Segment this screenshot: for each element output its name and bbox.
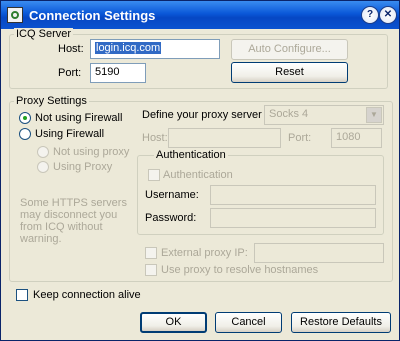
chevron-down-icon: ▼ (366, 107, 382, 123)
icq-server-legend: ICQ Server (14, 28, 74, 40)
not-using-proxy-radio[interactable] (37, 146, 49, 158)
server-port-input[interactable]: 5190 (90, 63, 146, 83)
proxy-port-label: Port: (288, 132, 312, 144)
username-label: Username: (145, 189, 199, 201)
authentication-legend: Authentication (154, 149, 228, 161)
proxy-type-value: Socks 4 (269, 108, 309, 120)
username-input[interactable] (210, 185, 376, 205)
resolve-hostnames-checkbox[interactable] (145, 264, 157, 276)
restore-defaults-button[interactable]: Restore Defaults (291, 312, 391, 333)
window-title: Connection Settings (29, 8, 156, 23)
cancel-button[interactable]: Cancel (215, 312, 282, 333)
connection-settings-dialog: Connection Settings ? ✕ ICQ Server Host:… (0, 0, 400, 341)
keep-alive-label: Keep connection alive (33, 289, 141, 301)
server-host-value: login.icq.com (95, 42, 162, 54)
title-bar[interactable]: Connection Settings ? ✕ (1, 1, 399, 29)
not-using-proxy-label: Not using proxy (53, 146, 130, 158)
external-proxy-ip-input[interactable] (254, 243, 384, 263)
close-button[interactable]: ✕ (379, 6, 397, 24)
server-port-label: Port: (58, 67, 82, 79)
reset-button[interactable]: Reset (231, 62, 348, 83)
define-proxy-label: Define your proxy server (142, 109, 262, 121)
proxy-type-select[interactable]: Socks 4 ▼ (264, 105, 384, 125)
https-warning-note: Some HTTPS servers may disconnect you fr… (20, 197, 127, 245)
authentication-checkbox[interactable] (148, 169, 160, 181)
external-proxy-ip-checkbox[interactable] (145, 247, 157, 259)
using-proxy-label: Using Proxy (53, 161, 113, 173)
proxy-host-label: Host: (142, 132, 168, 144)
password-input[interactable] (210, 208, 376, 228)
using-firewall-label: Using Firewall (35, 128, 105, 140)
ok-button[interactable]: OK (140, 312, 207, 333)
not-using-firewall-radio[interactable] (19, 112, 31, 124)
keep-alive-checkbox[interactable] (16, 289, 28, 301)
help-button[interactable]: ? (361, 6, 379, 24)
server-host-label: Host: (58, 43, 84, 55)
proxy-settings-legend: Proxy Settings (14, 95, 89, 107)
app-icon (7, 7, 23, 23)
proxy-host-input[interactable] (168, 128, 281, 148)
authentication-checkbox-label: Authentication (163, 169, 233, 181)
using-proxy-radio[interactable] (37, 161, 49, 173)
server-host-input[interactable]: login.icq.com (90, 39, 220, 59)
password-label: Password: (145, 212, 197, 224)
resolve-hostnames-label: Use proxy to resolve hostnames (161, 264, 319, 276)
external-proxy-ip-label: External proxy IP: (161, 247, 248, 259)
auto-configure-button[interactable]: Auto Configure... (231, 39, 348, 60)
proxy-port-input[interactable]: 1080 (331, 128, 382, 148)
using-firewall-radio[interactable] (19, 128, 31, 140)
not-using-firewall-label: Not using Firewall (35, 112, 123, 124)
